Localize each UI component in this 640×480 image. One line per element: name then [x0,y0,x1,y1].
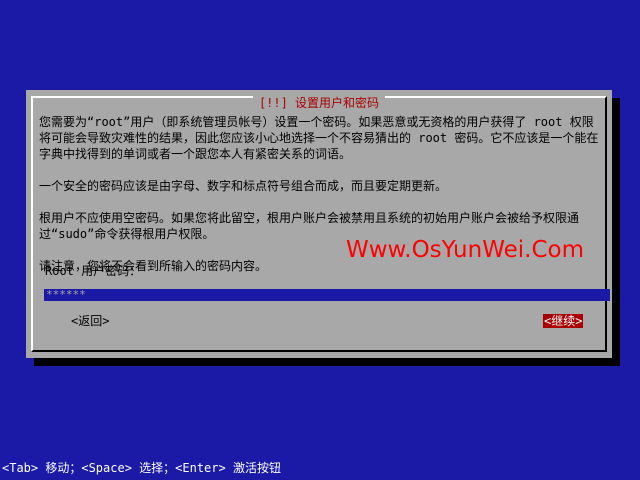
root-password-input[interactable]: ****** [44,289,610,301]
back-button[interactable]: <返回> [71,314,109,328]
keyboard-help-status-bar: <Tab> 移动；<Space> 选择；<Enter> 激活按钮 [2,461,281,475]
watermark: Www.OsYunWei.Com [346,237,584,263]
dialog-title: [!!] 设置用户和密码 [252,96,386,110]
root-password-label: Root 用户密码： [45,264,142,278]
installer-screen: { "dialog": { "title": "[!!] 设置用户和密码", "… [0,0,640,480]
description-paragraph-2: 一个安全的密码应该是由字母、数字和标点符号组合而成，而且要定期更新。 [39,179,448,193]
password-dialog: [!!] 设置用户和密码 您需要为“root”用户（即系统管理员帐号）设置一个密… [26,90,612,358]
dialog-frame: [!!] 设置用户和密码 您需要为“root”用户（即系统管理员帐号）设置一个密… [31,96,610,352]
description-paragraph-1: 您需要为“root”用户（即系统管理员帐号）设置一个密码。如果恶意或无资格的用户… [39,115,599,161]
continue-button[interactable]: <继续> [543,314,584,328]
